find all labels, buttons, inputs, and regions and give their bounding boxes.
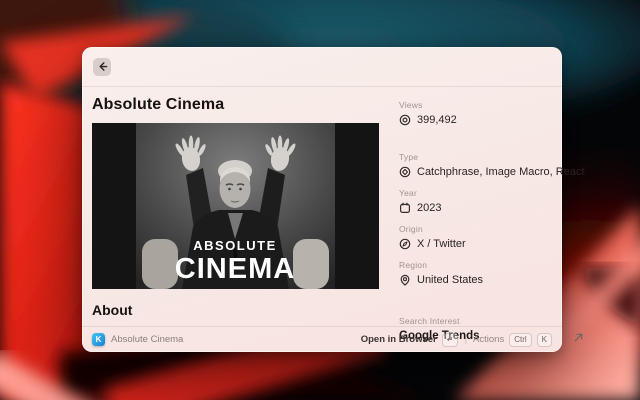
action-bar: K Absolute Cinema Open in Browser ↵ | Ac… xyxy=(82,326,562,352)
year-label: Year xyxy=(399,188,585,198)
external-link-icon xyxy=(573,330,585,342)
main-column: Absolute Cinema xyxy=(82,87,388,326)
meta-origin: Origin X / Twitter xyxy=(399,224,585,250)
origin-label: Origin xyxy=(399,224,585,234)
search-interest-label: Search Interest xyxy=(399,316,585,326)
about-heading: About xyxy=(92,302,379,318)
compass-icon xyxy=(399,238,411,250)
calendar-icon xyxy=(399,202,411,214)
views-icon xyxy=(399,114,411,126)
meme-caption-top: ABSOLUTE xyxy=(193,238,277,253)
extension-window: Absolute Cinema xyxy=(82,47,562,352)
type-label: Type xyxy=(399,152,585,162)
enter-key-badge: ↵ xyxy=(442,333,459,347)
meta-type: Type Catchphrase, Image Macro, React xyxy=(399,152,585,178)
back-arrow-icon xyxy=(97,61,108,72)
meta-year: Year 2023 xyxy=(399,188,585,214)
k-key-badge: K xyxy=(537,333,552,347)
views-label: Views xyxy=(399,100,585,110)
type-value: Catchphrase, Image Macro, React xyxy=(417,166,585,178)
meta-region: Region United States xyxy=(399,260,585,286)
ctrl-key-badge: Ctrl xyxy=(509,333,531,347)
views-value: 399,492 xyxy=(417,114,457,126)
back-button[interactable] xyxy=(93,58,111,76)
know-your-meme-app-icon: K xyxy=(92,333,105,346)
meta-views: Views 399,492 xyxy=(399,100,585,126)
metadata-sidebar: Views 399,492 Type Catchphrase, Image Ma… xyxy=(388,87,597,326)
footer-separator: | xyxy=(464,334,467,345)
meme-caption-main: CINEMA xyxy=(175,253,295,285)
map-pin-icon xyxy=(399,274,411,286)
origin-value: X / Twitter xyxy=(417,238,466,250)
region-label: Region xyxy=(399,260,585,270)
content-area: Absolute Cinema xyxy=(82,87,562,326)
meme-image: ABSOLUTE CINEMA xyxy=(92,123,379,289)
page-title: Absolute Cinema xyxy=(92,96,379,114)
open-in-browser-button[interactable]: Open in Browser ↵ xyxy=(361,333,459,347)
actions-button[interactable]: Actions Ctrl K xyxy=(473,333,552,347)
type-icon xyxy=(399,166,411,178)
actions-label: Actions xyxy=(473,334,504,345)
region-value: United States xyxy=(417,274,483,286)
year-value: 2023 xyxy=(417,202,441,214)
footer-app-title: Absolute Cinema xyxy=(111,334,183,345)
window-header xyxy=(82,47,562,87)
open-in-browser-label: Open in Browser xyxy=(361,334,437,345)
